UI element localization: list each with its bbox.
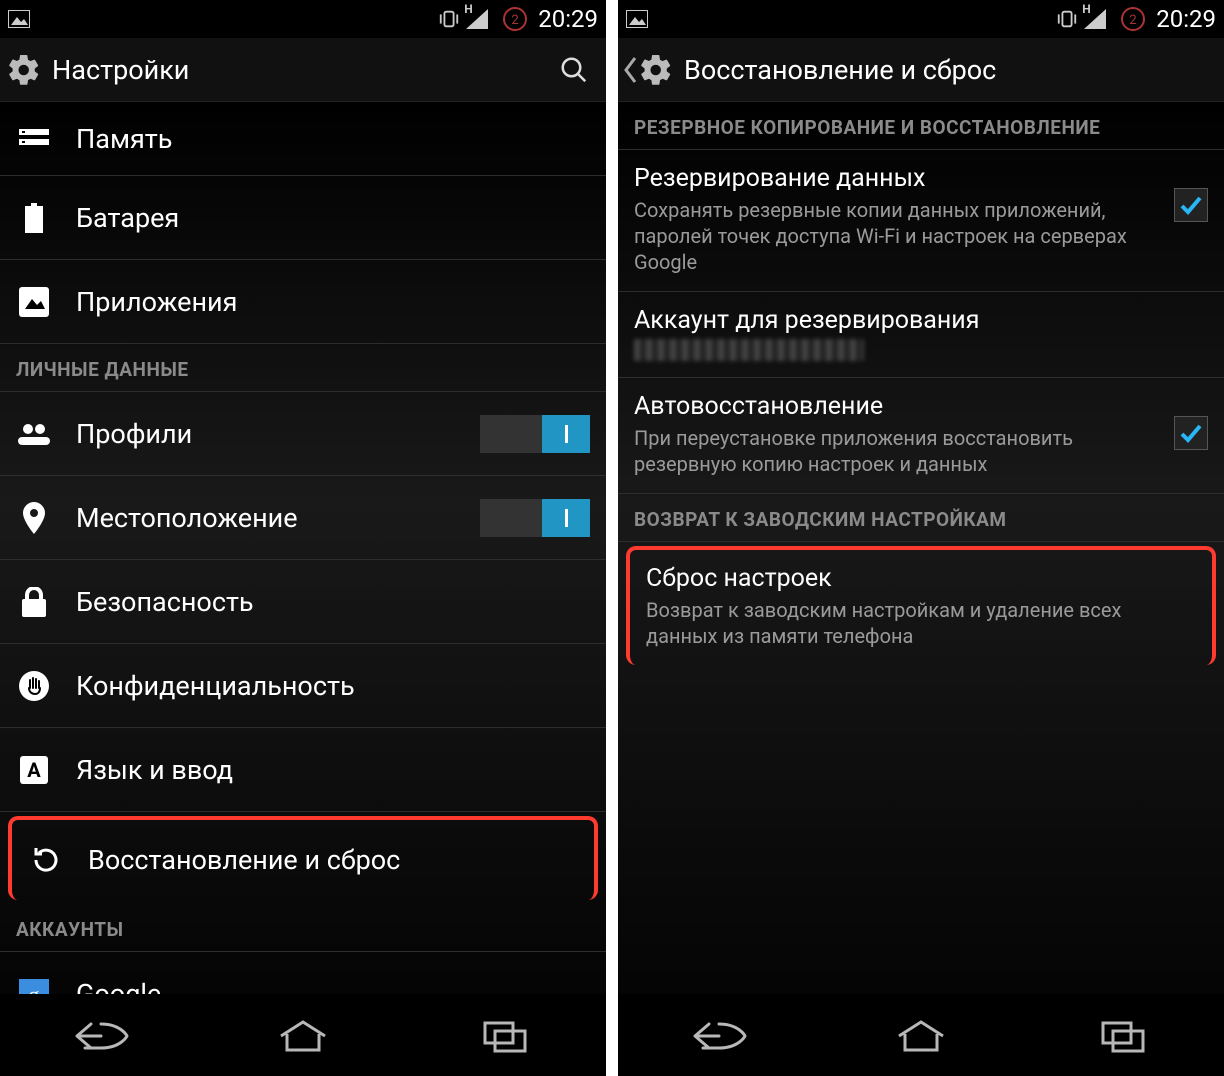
hand-icon [16,668,52,704]
settings-item-apps[interactable]: Приложения [0,260,606,344]
apps-icon [16,284,52,320]
nav-recent-button[interactable] [435,1006,575,1066]
navigation-bar [618,994,1224,1076]
profile-icon [16,416,52,452]
lock-icon [16,584,52,620]
page-title: Восстановление и сброс [684,54,1216,86]
checkbox-autorestore[interactable] [1174,416,1208,450]
pref-summary: Возврат к заводским настройкам и удалени… [646,597,1196,649]
clock: 20:29 [1156,5,1216,33]
location-icon [16,500,52,536]
svg-text:2: 2 [512,13,519,28]
settings-item-language[interactable]: A Язык и ввод [0,728,606,812]
vibrate-icon [1056,8,1078,30]
settings-item-label: Приложения [76,286,237,318]
navigation-bar [0,994,606,1076]
checkbox-backup-data[interactable] [1174,188,1208,222]
battery-icon: 2 [1120,8,1146,30]
pref-title: Резервирование данных [634,164,1162,193]
nav-home-button[interactable] [233,1006,373,1066]
section-header-backup: РЕЗЕРВНОЕ КОПИРОВАНИЕ И ВОССТАНОВЛЕНИЕ [618,102,1224,150]
picture-icon [8,8,30,30]
pref-summary-redacted [634,339,864,361]
signal-icon: H [466,8,496,30]
svg-text:g: g [29,982,40,994]
settings-item-memory[interactable]: Память [0,102,606,176]
settings-item-label: Профили [76,418,192,450]
clock: 20:29 [538,5,598,33]
settings-item-backup-reset[interactable]: Восстановление и сброс [8,816,598,900]
battery-icon: 2 [502,8,528,30]
section-header-factory: ВОЗВРАТ К ЗАВОДСКИМ НАСТРОЙКАМ [618,494,1224,542]
signal-icon: H [1084,8,1114,30]
settings-item-label: Восстановление и сброс [88,844,400,876]
screenshot-backup-reset: H 2 20:29 Восстановление и сброс РЕЗЕРВН… [618,0,1224,1076]
screenshot-settings: H 2 20:29 Настройки Память Батарея [0,0,606,1076]
pref-title: Аккаунт для резервирования [634,306,1208,335]
toggle-location[interactable] [480,499,590,537]
nav-back-button[interactable] [31,1006,171,1066]
svg-text:A: A [27,758,41,782]
toggle-profiles[interactable] [480,415,590,453]
nav-recent-button[interactable] [1053,1006,1193,1066]
vibrate-icon [438,8,460,30]
pref-backup-data[interactable]: Резервирование данных Сохранять резервны… [618,150,1224,292]
action-bar: Восстановление и сброс [618,38,1224,102]
nav-back-button[interactable] [649,1006,789,1066]
section-header-accounts: АККАУНТЫ [0,904,606,952]
settings-item-label: Google [76,978,161,994]
search-button[interactable] [550,46,598,94]
google-icon: g [16,976,52,994]
page-title: Настройки [52,54,550,86]
network-type-label: H [1082,2,1090,16]
gear-icon [636,50,676,90]
pref-backup-account[interactable]: Аккаунт для резервирования [618,292,1224,378]
settings-item-battery[interactable]: Батарея [0,176,606,260]
svg-text:2: 2 [1130,13,1137,28]
action-bar: Настройки [0,38,606,102]
settings-item-privacy[interactable]: Конфиденциальность [0,644,606,728]
settings-item-label: Язык и ввод [76,754,233,786]
pref-summary: При переустановке приложения восстановит… [634,425,1162,477]
settings-item-label: Память [76,123,172,155]
status-bar: H 2 20:29 [618,0,1224,38]
network-type-label: H [464,2,472,16]
section-header-personal: ЛИЧНЫЕ ДАННЫЕ [0,344,606,392]
picture-icon [626,8,648,30]
battery-icon [16,200,52,236]
restore-icon [28,842,64,878]
storage-icon [16,121,52,157]
settings-list[interactable]: Память Батарея Приложения ЛИЧНЫЕ ДАННЫЕ … [0,102,606,994]
settings-item-location[interactable]: Местоположение [0,476,606,560]
settings-item-label: Безопасность [76,586,254,618]
settings-item-profiles[interactable]: Профили [0,392,606,476]
gear-icon [4,50,44,90]
settings-item-label: Конфиденциальность [76,670,355,702]
status-bar: H 2 20:29 [0,0,606,38]
language-icon: A [16,752,52,788]
settings-item-security[interactable]: Безопасность [0,560,606,644]
pref-title: Автовосстановление [634,392,1162,421]
settings-item-label: Батарея [76,202,179,234]
pref-summary: Сохранять резервные копии данных приложе… [634,197,1162,275]
nav-home-button[interactable] [851,1006,991,1066]
settings-item-label: Местоположение [76,502,298,534]
settings-item-google[interactable]: g Google [0,952,606,994]
pref-title: Сброс настроек [646,564,1196,593]
pref-autorestore[interactable]: Автовосстановление При переустановке при… [618,378,1224,494]
backup-reset-list[interactable]: РЕЗЕРВНОЕ КОПИРОВАНИЕ И ВОССТАНОВЛЕНИЕ Р… [618,102,1224,994]
pref-factory-reset[interactable]: Сброс настроек Возврат к заводским настр… [626,546,1216,665]
